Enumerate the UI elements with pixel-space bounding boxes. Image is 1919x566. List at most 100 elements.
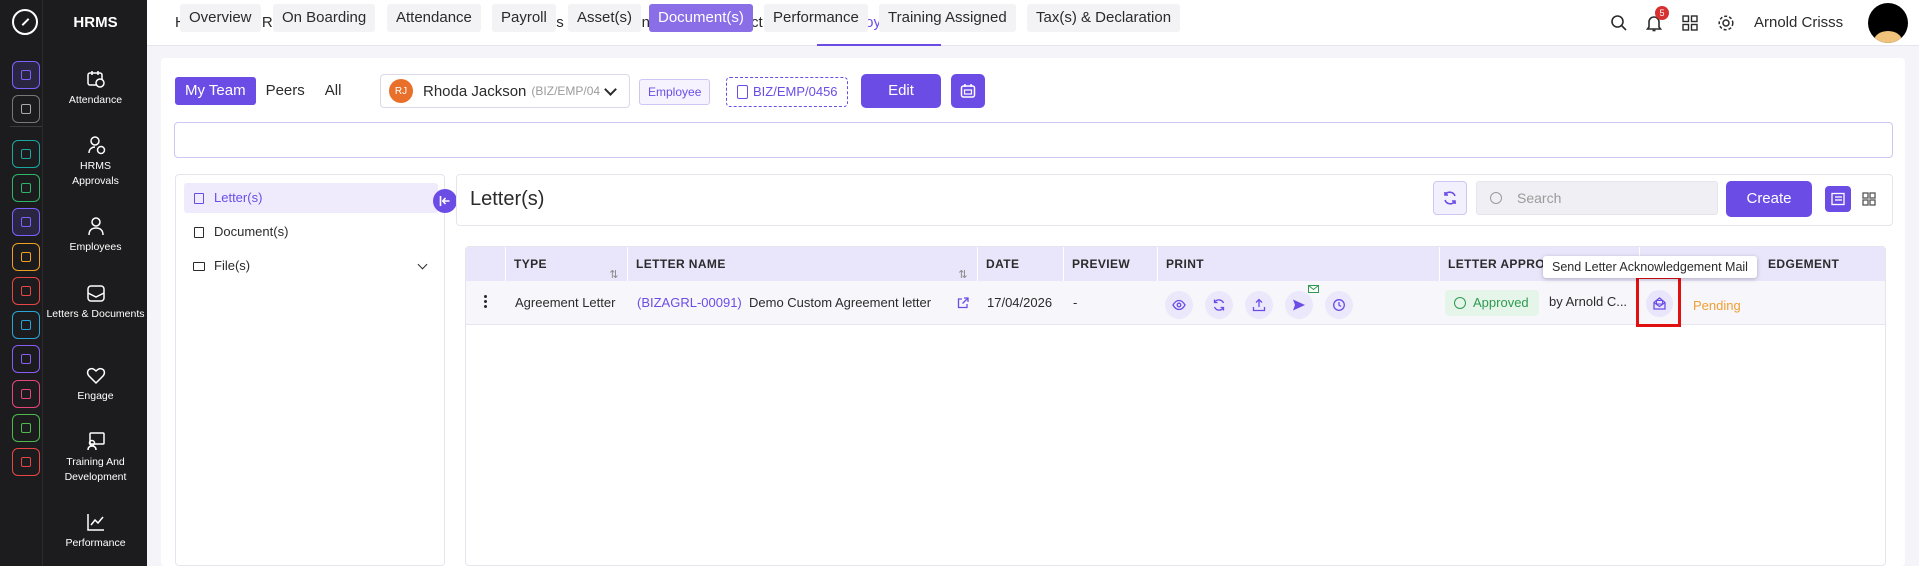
search-icon[interactable]: [1608, 12, 1630, 34]
upload-icon: [1252, 298, 1266, 312]
employees-icon: [87, 217, 104, 236]
training-icon: [86, 432, 105, 451]
approvals-icon: [87, 136, 105, 155]
tab-on-boarding[interactable]: On Boarding: [273, 4, 376, 32]
mail-icon: [1653, 297, 1666, 310]
tooltip: Send Letter Acknowledgement Mail: [1543, 256, 1757, 278]
filter-my-team[interactable]: My Team: [175, 77, 256, 105]
sidebar-item-label: HRMS Approvals: [72, 160, 119, 187]
sidebar-item-label: Attendance: [68, 94, 123, 106]
sidebar-item-performance[interactable]: Performance: [43, 512, 148, 551]
page-title: Letter(s): [470, 188, 545, 210]
history-button[interactable]: [1325, 291, 1353, 319]
menu-label: Document(s): [214, 224, 289, 239]
team-filter: My Team Peers All: [175, 74, 351, 108]
menu-documents[interactable]: Document(s): [184, 217, 438, 247]
notification-badge: 5: [1655, 6, 1669, 20]
employee-avatar: RJ: [389, 79, 413, 103]
badge-icon[interactable]: [12, 448, 40, 476]
tree-icon[interactable]: [12, 140, 40, 168]
menu-label: Letter(s): [214, 190, 263, 205]
dollar-icon[interactable]: [12, 414, 40, 442]
cell-letter-name: Demo Custom Agreement letter: [749, 295, 932, 310]
document-category-panel: Letter(s) Document(s) File(s): [175, 174, 445, 566]
list-view-button[interactable]: [1825, 186, 1851, 212]
acknowledgement-status: Pending: [1693, 298, 1741, 313]
tab-training-assigned[interactable]: Training Assigned: [879, 4, 1016, 32]
menu-files[interactable]: File(s): [184, 251, 438, 281]
send-acknowledgement-mail-button[interactable]: [1646, 290, 1673, 317]
sidebar-item-letters[interactable]: Letters & Documents: [43, 283, 148, 322]
employee-code-copy[interactable]: BIZ/EMP/0456: [726, 77, 848, 107]
attendance-icon: [86, 71, 105, 88]
regenerate-button[interactable]: [1205, 291, 1233, 319]
approval-status-badge: Approved: [1445, 290, 1539, 316]
refresh-icon: [1213, 299, 1225, 311]
collapse-left-icon: [439, 196, 450, 206]
target-icon[interactable]: [12, 277, 40, 305]
grid-view-button[interactable]: [1856, 186, 1882, 212]
id-card-button[interactable]: [951, 74, 985, 108]
employee-name: Rhoda Jackson: [423, 82, 527, 100]
collapse-panel-button[interactable]: [433, 189, 457, 213]
sidebar-item-label: Letters & Documents: [46, 308, 145, 320]
tab-overview[interactable]: Overview: [180, 4, 261, 32]
wallet-icon[interactable]: [12, 174, 40, 202]
mail-sent-icon: [1308, 285, 1319, 293]
sidebar-item-hrms-approvals[interactable]: HRMS Approvals: [43, 135, 148, 189]
search-icon: [1490, 192, 1502, 204]
apps-grid-icon[interactable]: [1679, 12, 1701, 34]
sidebar-item-employees[interactable]: Employees: [43, 216, 148, 255]
pin-icon[interactable]: [12, 95, 40, 123]
menu-letters[interactable]: Letter(s): [184, 183, 438, 213]
briefcase-icon[interactable]: [12, 208, 40, 236]
folder-icon: [193, 262, 205, 271]
column-header: DATE: [977, 247, 1063, 281]
employee-select[interactable]: RJ Rhoda Jackson (BIZ/EMP/04: [380, 74, 630, 108]
refresh-icon: [1444, 191, 1456, 205]
plane-icon[interactable]: [12, 345, 40, 373]
row-menu-icon[interactable]: [484, 295, 487, 309]
hands-icon[interactable]: [12, 243, 40, 271]
employee-code-short: (BIZ/EMP/04: [531, 84, 601, 98]
edit-button[interactable]: Edit: [861, 74, 941, 108]
sidebar-item-engage[interactable]: Engage: [43, 365, 148, 404]
tab-attendance[interactable]: Attendance: [387, 4, 481, 32]
cell-preview: -: [1073, 295, 1078, 310]
column-label: LETTER NAME: [636, 257, 726, 271]
create-button[interactable]: Create: [1726, 181, 1812, 217]
column-header[interactable]: TYPE ⇅: [505, 247, 627, 281]
home-icon[interactable]: [12, 61, 40, 89]
app-logo-icon[interactable]: [12, 9, 38, 35]
column-header: PREVIEW: [1063, 247, 1157, 281]
tab-assets[interactable]: Asset(s): [568, 4, 642, 32]
box-icon[interactable]: [12, 311, 40, 339]
monitor-icon[interactable]: [12, 380, 40, 408]
tab-documents[interactable]: Document(s): [649, 4, 753, 32]
upload-button[interactable]: [1245, 291, 1273, 319]
column-header[interactable]: LETTER NAME ⇅: [627, 247, 976, 281]
view-button[interactable]: [1165, 291, 1193, 319]
refresh-button[interactable]: [1433, 181, 1467, 215]
filter-peers[interactable]: Peers: [256, 77, 315, 105]
app-rail: [0, 0, 42, 566]
sidebar-item-training[interactable]: Training And Development: [43, 431, 148, 485]
sidebar-item-label: Engage: [77, 390, 114, 402]
external-link-icon[interactable]: [957, 297, 969, 309]
list-icon: [194, 193, 204, 204]
cell-letter-id[interactable]: (BIZAGRL-00091): [637, 281, 742, 325]
tab-payroll[interactable]: Payroll: [492, 4, 556, 32]
filter-all[interactable]: All: [315, 77, 352, 105]
tab-tax-declaration[interactable]: Tax(s) & Declaration: [1027, 4, 1181, 32]
id-card-icon: [960, 84, 976, 98]
gear-icon[interactable]: [1715, 12, 1737, 34]
sidebar: HRMS Attendance HRMS Approvals Employees…: [42, 0, 147, 566]
tab-performance[interactable]: Performance: [764, 4, 868, 32]
send-button[interactable]: [1285, 291, 1313, 319]
sidebar-item-attendance[interactable]: Attendance: [43, 69, 148, 108]
search-input[interactable]: Search: [1476, 181, 1718, 215]
letters-icon: [86, 285, 105, 302]
column-header: PRINT: [1157, 247, 1439, 281]
avatar[interactable]: [1868, 3, 1908, 43]
user-name[interactable]: Arnold Crisss: [1754, 0, 1843, 45]
